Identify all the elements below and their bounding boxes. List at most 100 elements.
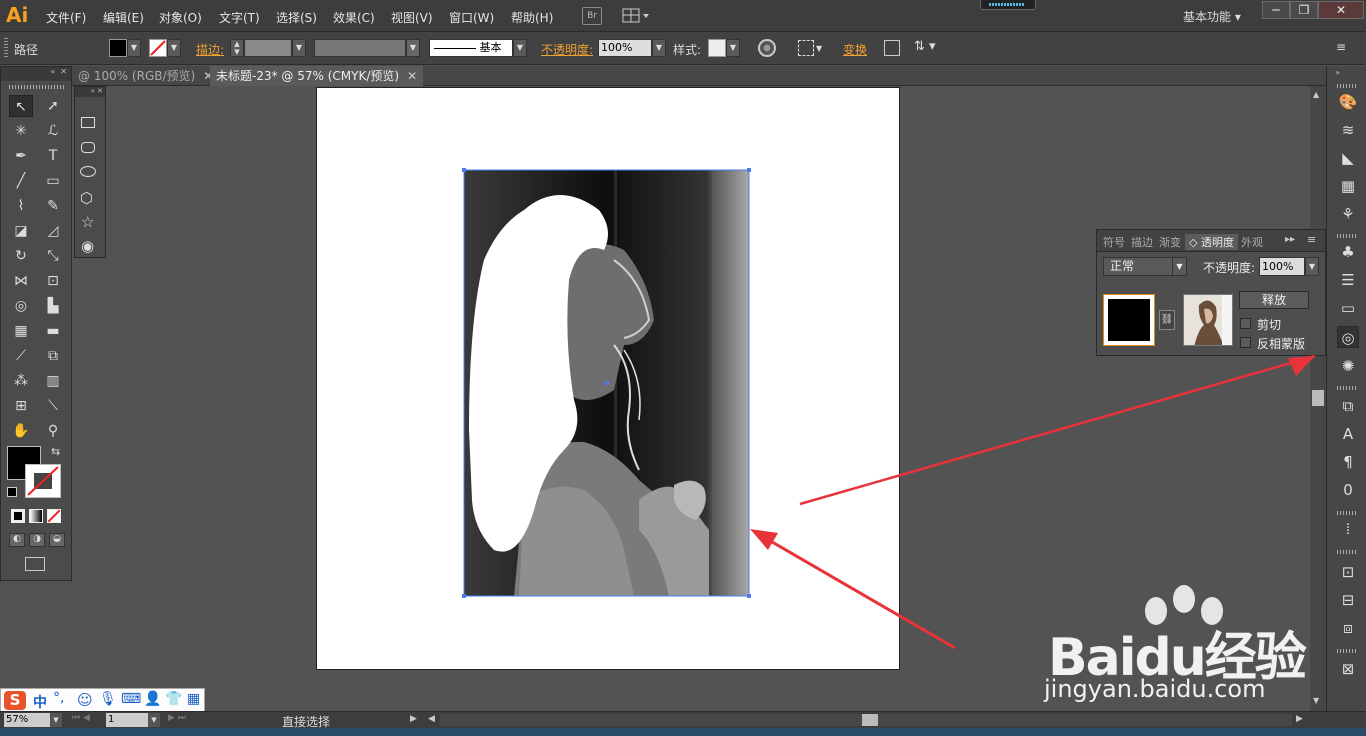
zoom-field[interactable]: 57% — [4, 713, 50, 727]
rectangle-shape-icon[interactable] — [81, 117, 95, 128]
keyboard-icon[interactable]: ⌨ — [121, 691, 141, 707]
lasso-tool-icon[interactable]: ℒ — [41, 120, 65, 142]
gradient-panel-icon[interactable]: ▭ — [1337, 297, 1359, 319]
artboard-tool-icon[interactable]: ⊞ — [9, 395, 33, 417]
blob-brush-tool-icon[interactable]: ◪ — [9, 220, 33, 242]
style-dropdown[interactable]: ▼ — [726, 39, 740, 57]
expand-icon[interactable]: ⇅ ▾ — [914, 39, 936, 54]
first-page-icon[interactable]: ⏮ ◀ — [72, 713, 90, 723]
menu-select[interactable]: 选择(S) — [276, 9, 317, 26]
line-tool-icon[interactable]: ╱ — [9, 170, 33, 192]
horizontal-scrollbar[interactable] — [440, 714, 1292, 726]
align-panel-icon[interactable]: ⦙ — [1337, 518, 1359, 540]
blend-mode-select[interactable]: 正常 ▼ — [1103, 257, 1187, 276]
draw-behind-icon[interactable]: ◑ — [29, 533, 45, 547]
last-page-icon[interactable]: ▶ ⏭ — [168, 713, 186, 723]
character-icon[interactable]: A — [1337, 423, 1359, 445]
scale-tool-icon[interactable]: ⤡ — [41, 245, 65, 267]
user-icon[interactable]: 👤 — [144, 691, 161, 707]
scroll-up-icon[interactable]: ▲ — [1313, 90, 1319, 99]
draw-normal-icon[interactable]: ◐ — [9, 533, 25, 547]
artboards-icon[interactable]: ⊡ — [1337, 561, 1359, 583]
toolbox-icon[interactable]: ▦ — [187, 691, 200, 707]
perspective-grid-tool-icon[interactable]: ▙ — [41, 295, 65, 317]
transparency-panel-icon[interactable]: ◎ — [1337, 326, 1359, 348]
opacity-dropdown[interactable]: ▼ — [1305, 257, 1319, 276]
direct-selection-tool-icon[interactable]: ➚ — [41, 95, 65, 117]
arrange-documents-button[interactable] — [622, 6, 652, 26]
ime-mode[interactable]: 中 — [33, 692, 47, 712]
menu-type[interactable]: 文字(T) — [219, 9, 260, 26]
menu-window[interactable]: 窗口(W) — [449, 9, 494, 26]
tab-document-2[interactable]: 未标题-23* @ 57% (CMYK/预览) ✕ — [210, 66, 424, 86]
hand-tool-icon[interactable]: ✋ — [9, 420, 33, 442]
selection-tool-icon[interactable]: ↖ — [9, 95, 33, 117]
flyout-header[interactable]: » ✕ — [75, 87, 105, 97]
profile-dropdown[interactable]: ▼ — [406, 39, 420, 57]
eraser-tool-icon[interactable]: ◿ — [41, 220, 65, 242]
graphic-style-swatch[interactable] — [708, 39, 726, 57]
fill-dropdown[interactable]: ▼ — [127, 39, 141, 57]
tab-stroke[interactable]: 描边 — [1131, 234, 1153, 250]
appearance-icon[interactable]: ✺ — [1337, 355, 1359, 377]
stroke-dropdown[interactable]: ▼ — [167, 39, 181, 57]
restore-button[interactable]: ❐ — [1290, 1, 1318, 19]
tab-document-1[interactable]: @ 100% (RGB/预览) ✕ — [72, 66, 219, 86]
shape-builder-tool-icon[interactable]: ◎ — [9, 295, 33, 317]
star-icon[interactable]: ☆ — [81, 213, 94, 231]
draw-inside-icon[interactable]: ◒ — [49, 533, 65, 547]
ime-punct[interactable]: °, — [53, 690, 64, 706]
panel-menu-icon[interactable]: ≡ — [1307, 233, 1316, 246]
zoom-dropdown[interactable]: ▼ — [50, 713, 62, 727]
opacity-label[interactable]: 不透明度: — [541, 41, 593, 58]
club-symbol-icon[interactable]: ♣ — [1337, 241, 1359, 263]
stroke-weight-stepper[interactable]: ▲ ▼ — [230, 39, 244, 57]
close-icon[interactable]: ✕ — [407, 66, 417, 86]
align-objects-icon[interactable]: ⊟ — [1337, 589, 1359, 611]
screen-mode-icon[interactable] — [25, 557, 45, 571]
brush-definition[interactable]: 基本 — [429, 39, 513, 57]
close-button[interactable]: ✕ — [1318, 1, 1364, 19]
bridge-button[interactable]: Br — [582, 7, 602, 25]
menu-help[interactable]: 帮助(H) — [511, 9, 553, 26]
menu-edit[interactable]: 编辑(E) — [103, 9, 144, 26]
status-menu-arrow-icon[interactable]: ▶ — [410, 714, 417, 724]
opentype-icon[interactable]: 0 — [1337, 479, 1359, 501]
page-field[interactable]: 1 — [106, 713, 148, 727]
layers-icon[interactable]: ≋ — [1337, 119, 1359, 141]
menu-effect[interactable]: 效果(C) — [333, 9, 375, 26]
clip-checkbox[interactable] — [1240, 318, 1251, 329]
pencil-tool-icon[interactable]: ✎ — [41, 195, 65, 217]
opacity-dropdown[interactable]: ▼ — [652, 39, 666, 57]
gradient-mode-icon[interactable] — [29, 509, 43, 523]
dock-collapse-icon[interactable]: » — [1335, 68, 1340, 77]
recolor-artwork-icon[interactable] — [758, 39, 776, 57]
align-icon[interactable] — [798, 40, 814, 56]
workspace-switcher[interactable]: 基本功能 ▾ — [1183, 8, 1241, 25]
symbols-icon[interactable]: ⚘ — [1337, 203, 1359, 225]
blend-tool-icon[interactable]: ⧉ — [41, 345, 65, 367]
stroke-label[interactable]: 描边: — [196, 41, 224, 58]
width-tool-icon[interactable]: ⋈ — [9, 270, 33, 292]
selection-bounding-box[interactable] — [460, 166, 754, 600]
stroke-weight-dropdown[interactable]: ▼ — [292, 39, 306, 57]
stroke-weight-field[interactable] — [244, 39, 292, 57]
tab-transparency[interactable]: ◇ 透明度 — [1185, 234, 1238, 250]
transform-panel-icon[interactable]: ⧉ — [1337, 395, 1359, 417]
default-colors-icon[interactable] — [7, 487, 17, 497]
column-graph-tool-icon[interactable]: ▥ — [41, 370, 65, 392]
brushes-icon[interactable]: ◣ — [1337, 147, 1359, 169]
opacity-field[interactable]: 100% — [598, 39, 652, 57]
pen-tool-icon[interactable]: ✒ — [9, 145, 33, 167]
polygon-icon[interactable]: ⬡ — [80, 189, 93, 207]
zoom-tool-icon[interactable]: ⚲ — [41, 420, 65, 442]
minimize-button[interactable]: ─ — [1262, 1, 1290, 19]
fill-swatch[interactable] — [109, 39, 127, 57]
tab-gradient[interactable]: 渐变 — [1159, 234, 1181, 250]
menu-view[interactable]: 视图(V) — [391, 9, 433, 26]
swatches-icon[interactable]: ▦ — [1337, 175, 1359, 197]
rounded-rectangle-icon[interactable] — [81, 142, 95, 153]
magic-wand-tool-icon[interactable]: ✳ — [9, 120, 33, 142]
ellipse-icon[interactable] — [80, 166, 96, 177]
rotate-tool-icon[interactable]: ↻ — [9, 245, 33, 267]
